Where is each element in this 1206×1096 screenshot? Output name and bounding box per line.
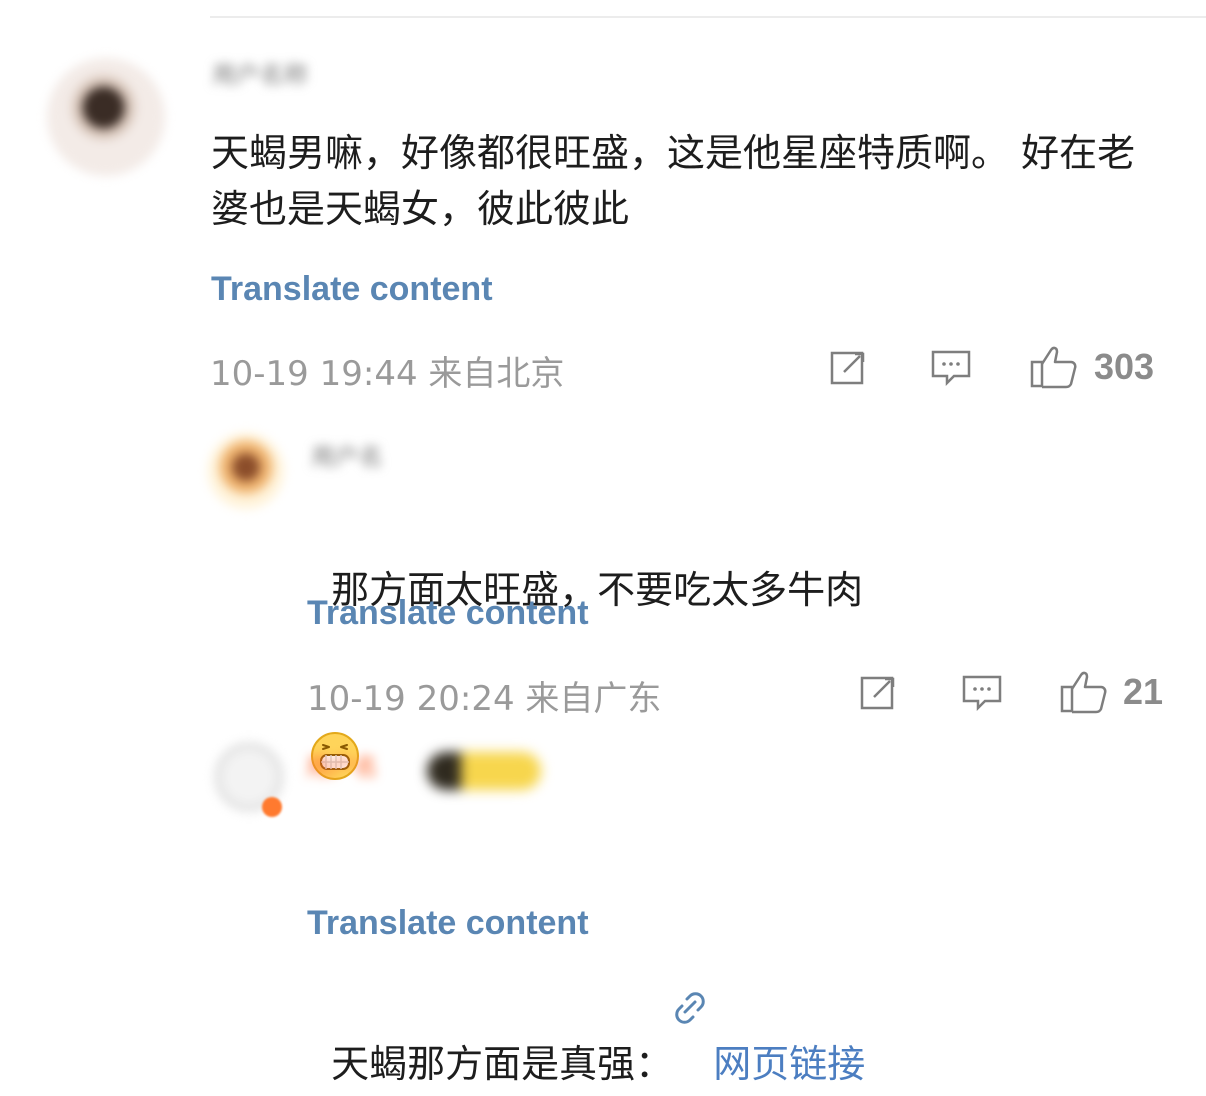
top-divider <box>210 16 1206 18</box>
comment-meta: 10-19 19:44 来自北京 <box>210 354 565 394</box>
edit-icon[interactable] <box>829 348 869 388</box>
avatar[interactable] <box>208 433 284 509</box>
like-count: 21 <box>1123 671 1164 712</box>
reply-icon[interactable] <box>960 673 1004 713</box>
comment-meta: 10-19 20:24 来自广东 <box>307 679 662 719</box>
thumbs-up-icon[interactable] <box>1059 667 1109 715</box>
like-count: 303 <box>1094 346 1155 387</box>
reply-icon[interactable] <box>929 348 973 388</box>
vip-badge <box>427 752 541 790</box>
avatar[interactable] <box>47 58 165 176</box>
edit-icon[interactable] <box>859 673 899 713</box>
username-blurred[interactable]: 用户名 <box>311 440 451 474</box>
comment-text: 天蝎男嘛，好像都很旺盛，这是他星座特质啊。 好在老婆也是天蝎女，彼此彼此 <box>211 131 1136 231</box>
reply-text-content: 天蝎那方面是真强： <box>331 1042 674 1086</box>
translate-content-link[interactable]: Translate content <box>211 270 493 309</box>
reply-text: 天蝎那方面是真强： 网页链接 <box>307 816 1007 1092</box>
translate-content-link[interactable]: Translate content <box>307 904 589 943</box>
username-blurred[interactable]: 用户名 <box>306 750 414 784</box>
thumbs-up-icon[interactable] <box>1029 342 1079 390</box>
avatar-badge <box>262 797 282 817</box>
username-blurred[interactable]: 用户名称 <box>212 58 478 92</box>
web-link-label[interactable]: 网页链接 <box>713 1042 865 1086</box>
translate-content-link[interactable]: Translate content <box>307 594 589 633</box>
web-link[interactable]: 网页链接 <box>673 992 865 1086</box>
link-icon <box>673 872 707 1024</box>
